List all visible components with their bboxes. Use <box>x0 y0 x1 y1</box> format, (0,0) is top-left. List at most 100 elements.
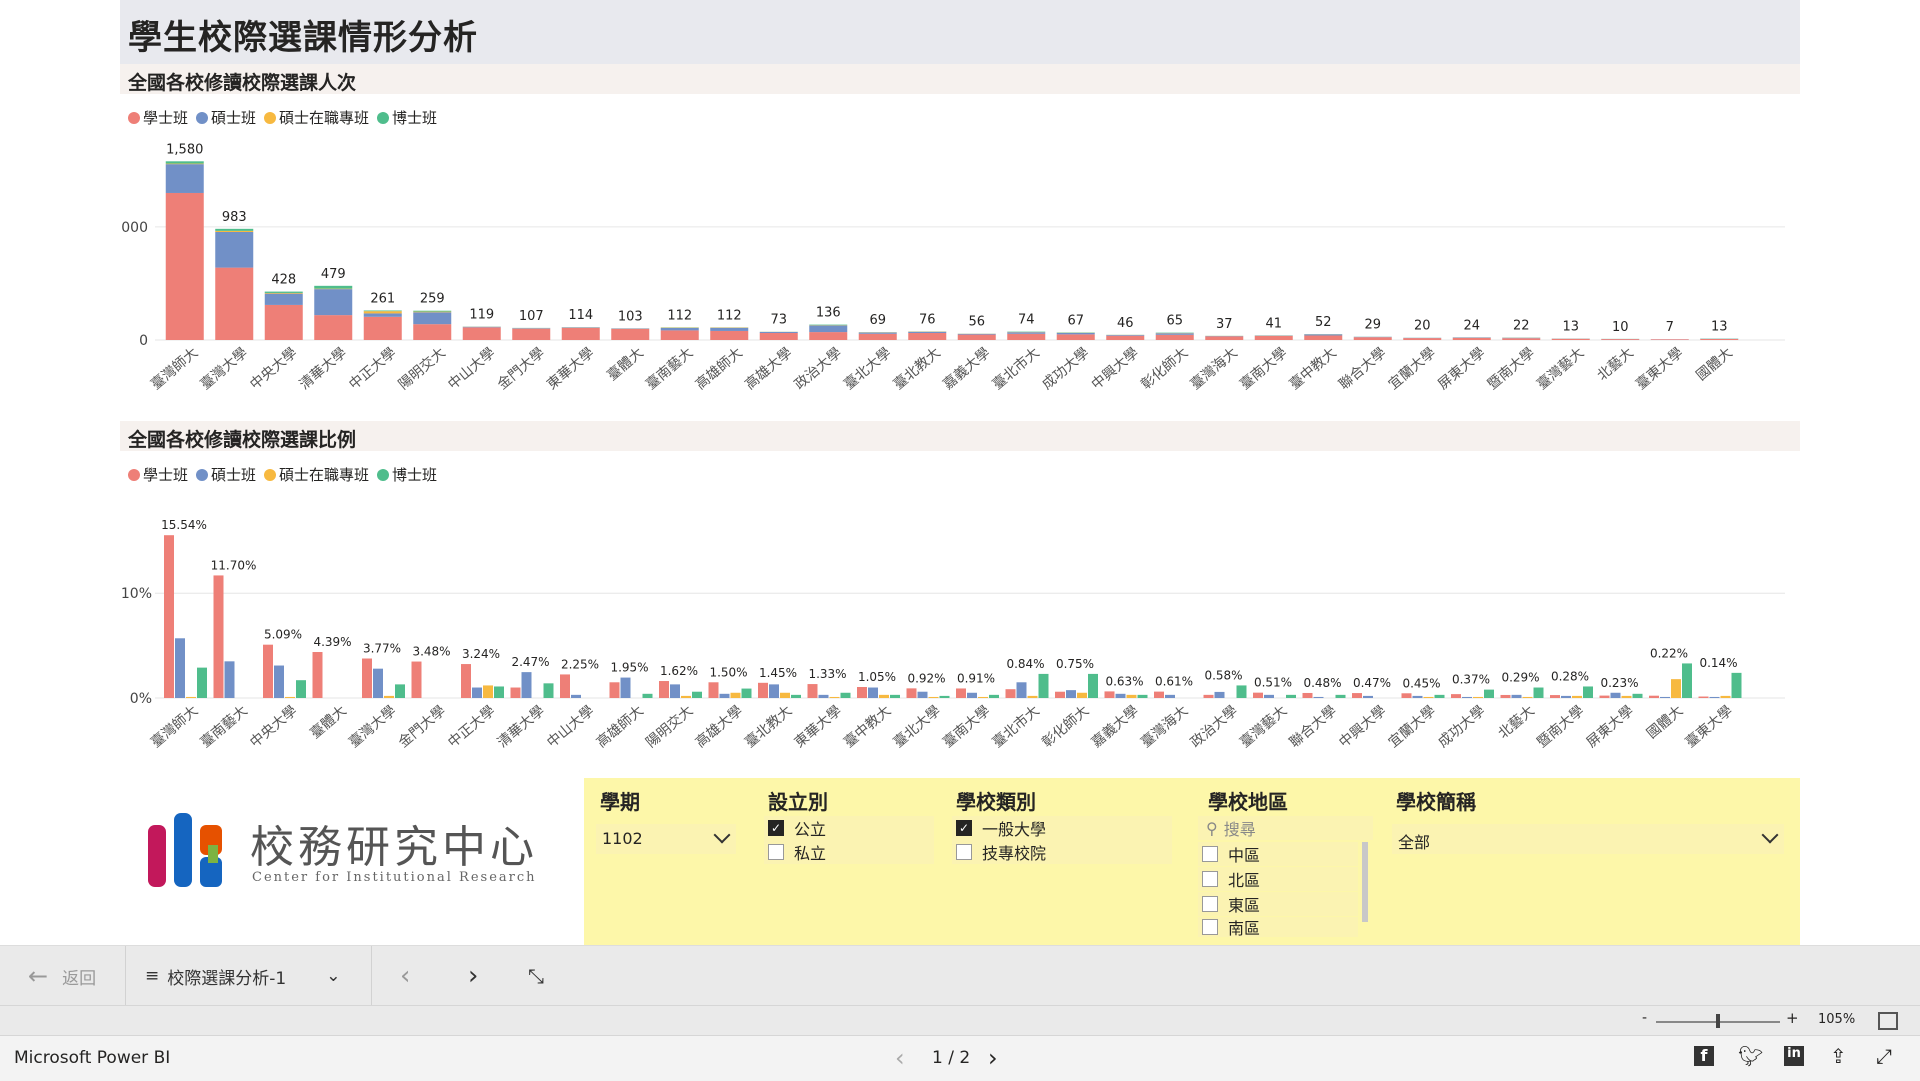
legend-item[interactable]: 學士班 <box>128 107 188 128</box>
bar[interactable] <box>610 682 620 698</box>
bar[interactable] <box>373 669 383 698</box>
legend-item[interactable]: 碩士班 <box>196 464 256 485</box>
bar[interactable] <box>1512 695 1522 698</box>
bar[interactable] <box>175 638 185 698</box>
bar[interactable] <box>225 661 235 698</box>
bar[interactable] <box>1561 696 1571 698</box>
bar[interactable] <box>1165 695 1175 698</box>
bar-segment[interactable] <box>1304 334 1342 335</box>
bar[interactable] <box>1006 689 1016 698</box>
bar[interactable] <box>731 693 741 698</box>
bar[interactable] <box>197 668 207 698</box>
bar[interactable] <box>879 695 889 698</box>
legend-item[interactable]: 博士班 <box>377 464 437 485</box>
bar[interactable] <box>1204 695 1214 698</box>
bar-segment[interactable] <box>958 334 996 335</box>
bar-segment[interactable] <box>413 311 451 312</box>
school-dropdown[interactable]: 全部 <box>1392 824 1784 854</box>
bar-segment[interactable] <box>760 333 798 340</box>
bar-segment[interactable] <box>1354 337 1392 340</box>
bar[interactable] <box>1286 695 1296 698</box>
bar[interactable] <box>720 694 730 698</box>
bar[interactable] <box>857 687 867 698</box>
bar[interactable] <box>544 683 554 698</box>
bar-segment[interactable] <box>215 268 253 340</box>
option-technical-college[interactable]: 技專校院 <box>952 840 1172 864</box>
bar[interactable] <box>412 662 422 698</box>
bar-segment[interactable] <box>710 328 748 331</box>
bar-segment[interactable] <box>859 334 897 340</box>
bar-segment[interactable] <box>1601 339 1639 340</box>
bar[interactable] <box>868 688 878 698</box>
bar[interactable] <box>1523 697 1533 698</box>
bar[interactable] <box>1303 693 1313 698</box>
twitter-icon[interactable]: 🐦︎ <box>1738 1044 1763 1068</box>
bar[interactable] <box>918 692 928 698</box>
bar[interactable] <box>1017 682 1027 698</box>
bar[interactable] <box>384 696 394 698</box>
bar-segment[interactable] <box>265 293 303 294</box>
bar-segment[interactable] <box>413 312 451 313</box>
bar-segment[interactable] <box>265 294 303 305</box>
bar[interactable] <box>1352 693 1362 698</box>
bar[interactable] <box>1127 695 1137 698</box>
grouped-bar-chart[interactable]: 0%10%15.54%臺灣師大11.70%臺南藝大5.09%中央大學4.39%臺… <box>120 500 1800 770</box>
bar-segment[interactable] <box>463 327 501 328</box>
bar[interactable] <box>769 684 779 698</box>
legend-item[interactable]: 碩士班 <box>196 107 256 128</box>
bar[interactable] <box>1572 696 1582 698</box>
bar-segment[interactable] <box>1403 338 1441 340</box>
bar[interactable] <box>511 688 521 698</box>
term-dropdown[interactable]: 1102 <box>596 824 736 854</box>
bar[interactable] <box>967 693 977 698</box>
bar[interactable] <box>1721 696 1731 698</box>
bar-segment[interactable] <box>364 310 402 311</box>
bar-segment[interactable] <box>314 315 352 340</box>
bar[interactable] <box>1550 695 1560 698</box>
bar[interactable] <box>692 692 702 698</box>
bar[interactable] <box>1435 695 1445 698</box>
bar[interactable] <box>214 575 224 698</box>
bar[interactable] <box>263 645 273 698</box>
bar-segment[interactable] <box>364 311 402 313</box>
legend-item[interactable]: 碩士在職專班 <box>264 464 369 485</box>
bar-segment[interactable] <box>611 329 649 340</box>
next-page-button[interactable]: › <box>468 946 478 1006</box>
facebook-icon[interactable]: f <box>1694 1046 1714 1066</box>
bar[interactable] <box>940 696 950 698</box>
bar[interactable] <box>483 685 493 698</box>
bar[interactable] <box>808 684 818 698</box>
option-region[interactable]: 南區 <box>1198 917 1358 937</box>
bar-segment[interactable] <box>215 231 253 232</box>
bar[interactable] <box>296 680 306 698</box>
bar[interactable] <box>1039 674 1049 698</box>
bar-segment[interactable] <box>1700 339 1738 340</box>
fullscreen-icon[interactable]: ⤢ <box>1876 1044 1892 1068</box>
bar-segment[interactable] <box>661 330 699 340</box>
bar-segment[interactable] <box>413 312 451 324</box>
bar-segment[interactable] <box>809 325 847 326</box>
bar[interactable] <box>461 664 471 698</box>
linkedin-icon[interactable]: in <box>1784 1046 1804 1066</box>
legend-item[interactable]: 博士班 <box>377 107 437 128</box>
region-search-box[interactable]: ⚲搜尋 <box>1198 816 1373 840</box>
bar[interactable] <box>1028 696 1038 698</box>
option-region[interactable]: 中區 <box>1198 842 1358 866</box>
bar[interactable] <box>1583 686 1593 698</box>
bar[interactable] <box>494 686 504 698</box>
bar-segment[interactable] <box>166 164 204 165</box>
bar[interactable] <box>780 693 790 698</box>
bar-segment[interactable] <box>1057 333 1095 334</box>
bar[interactable] <box>560 674 570 698</box>
bar-segment[interactable] <box>908 332 946 333</box>
zoom-in-button[interactable]: + <box>1786 1009 1799 1027</box>
bar[interactable] <box>709 682 719 698</box>
bar[interactable] <box>1600 696 1610 698</box>
bar-segment[interactable] <box>166 193 204 340</box>
fit-to-page-icon[interactable] <box>1878 1012 1898 1030</box>
bar[interactable] <box>1732 673 1742 698</box>
bar[interactable] <box>395 684 405 698</box>
bar[interactable] <box>1649 696 1659 698</box>
bar[interactable] <box>274 666 284 698</box>
bar[interactable] <box>841 693 851 698</box>
